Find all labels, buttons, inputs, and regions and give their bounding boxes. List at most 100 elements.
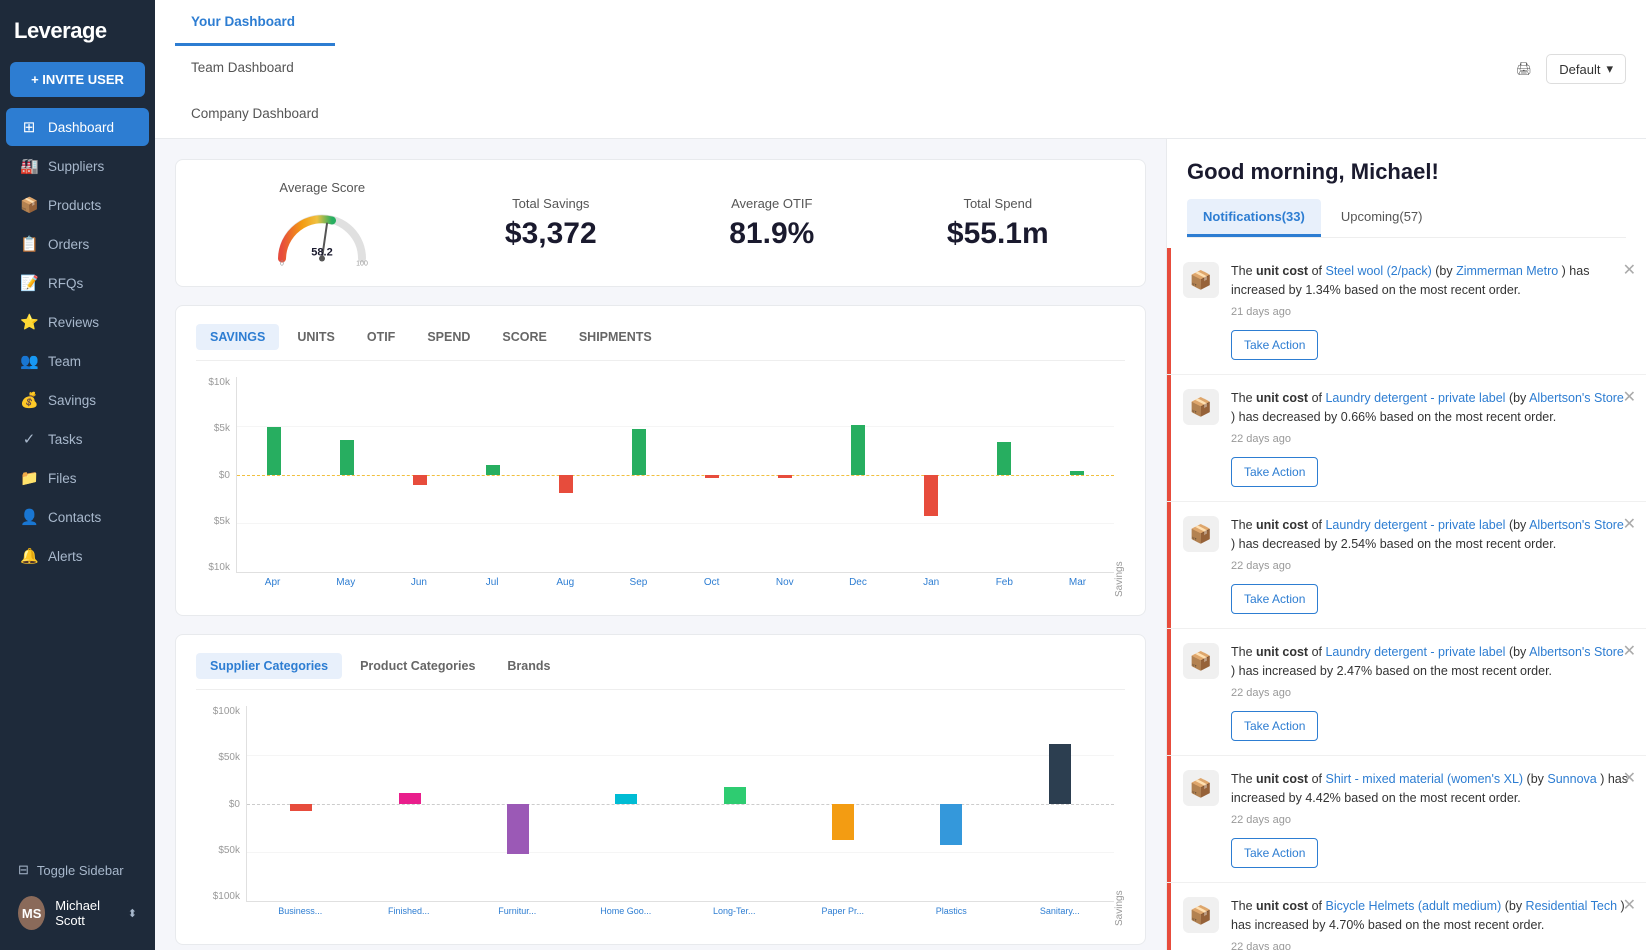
cat-tab-brands[interactable]: Brands bbox=[493, 653, 564, 679]
sidebar-item-rfqs[interactable]: 📝RFQs bbox=[6, 264, 149, 302]
chart-bar[interactable] bbox=[559, 475, 573, 493]
team-icon: 👥 bbox=[20, 352, 38, 370]
product-link[interactable]: Bicycle Helmets (adult medium) bbox=[1325, 899, 1501, 913]
product-link[interactable]: Laundry detergent - private label bbox=[1325, 518, 1505, 532]
chart-bar[interactable] bbox=[413, 475, 427, 486]
chart-bar[interactable] bbox=[1070, 471, 1084, 475]
rfqs-icon: 📝 bbox=[20, 274, 38, 292]
close-notification-button[interactable]: ✕ bbox=[1623, 260, 1636, 280]
notif-body: The unit cost of Laundry detergent - pri… bbox=[1231, 389, 1630, 487]
user-name: Michael Scott bbox=[55, 898, 118, 928]
chart-bar[interactable] bbox=[340, 440, 354, 475]
sidebar-item-orders[interactable]: 📋Orders bbox=[6, 225, 149, 263]
bar-group bbox=[789, 706, 897, 901]
notif-tab-upcoming[interactable]: Upcoming(57) bbox=[1325, 199, 1439, 237]
savings-tab-score[interactable]: SCORE bbox=[488, 324, 560, 350]
savings-tab-units[interactable]: UNITS bbox=[283, 324, 349, 350]
chart-bar[interactable] bbox=[399, 793, 421, 804]
close-notification-button[interactable]: ✕ bbox=[1623, 514, 1636, 534]
chart-bar[interactable] bbox=[997, 442, 1011, 474]
sidebar-nav: ⊞Dashboard🏭Suppliers📦Products📋Orders📝RFQ… bbox=[0, 107, 155, 576]
chart-bar[interactable] bbox=[615, 794, 637, 803]
chart-bar[interactable] bbox=[851, 425, 865, 474]
user-profile[interactable]: MS Michael Scott ⬍ bbox=[10, 886, 145, 940]
tab-team-dashboard[interactable]: Team Dashboard bbox=[175, 46, 335, 92]
chart-bar[interactable] bbox=[940, 804, 962, 845]
close-notification-button[interactable]: ✕ bbox=[1623, 387, 1636, 407]
product-link[interactable]: Laundry detergent - private label bbox=[1325, 391, 1505, 405]
savings-tab-otif[interactable]: OTIF bbox=[353, 324, 409, 350]
sidebar-item-savings[interactable]: 💰Savings bbox=[6, 381, 149, 419]
notifications-panel: Good morning, Michael! Notifications(33)… bbox=[1166, 139, 1646, 950]
score-gauge: 58.2 0 100 bbox=[272, 201, 372, 266]
take-action-button[interactable]: Take Action bbox=[1231, 584, 1318, 614]
categories-chart-area: $100k $50k $0 $50k $100k Business...Fini… bbox=[196, 706, 1125, 926]
cat-tab-supplier[interactable]: Supplier Categories bbox=[196, 653, 342, 679]
supplier-link[interactable]: Zimmerman Metro bbox=[1456, 264, 1558, 278]
close-notification-button[interactable]: ✕ bbox=[1623, 895, 1636, 915]
notif-time: 22 days ago bbox=[1231, 685, 1630, 702]
notif-icon: 📦 bbox=[1183, 389, 1219, 425]
chart-bar[interactable] bbox=[924, 475, 938, 516]
notif-text: The unit cost of Steel wool (2/pack) (by… bbox=[1231, 264, 1589, 297]
chart-bar[interactable] bbox=[778, 475, 792, 479]
supplier-link[interactable]: Sunnova bbox=[1547, 772, 1596, 786]
supplier-link[interactable]: Albertson's Store bbox=[1529, 518, 1624, 532]
tab-your-dashboard[interactable]: Your Dashboard bbox=[175, 0, 335, 46]
product-link[interactable]: Shirt - mixed material (women's XL) bbox=[1325, 772, 1523, 786]
notif-body: The unit cost of Steel wool (2/pack) (by… bbox=[1231, 262, 1630, 360]
product-link[interactable]: Laundry detergent - private label bbox=[1325, 645, 1505, 659]
toggle-sidebar-button[interactable]: ⊟ Toggle Sidebar bbox=[10, 854, 145, 886]
chart-bar[interactable] bbox=[507, 804, 529, 854]
close-notification-button[interactable]: ✕ bbox=[1623, 768, 1636, 788]
savings-tab-shipments[interactable]: SHIPMENTS bbox=[565, 324, 666, 350]
sidebar-item-label: Dashboard bbox=[48, 120, 114, 135]
chart-bar[interactable] bbox=[290, 804, 312, 811]
savings-tab-spend[interactable]: SPEND bbox=[413, 324, 484, 350]
tab-company-dashboard[interactable]: Company Dashboard bbox=[175, 92, 335, 138]
sidebar-item-label: Reviews bbox=[48, 315, 99, 330]
chart-bar[interactable] bbox=[486, 465, 500, 474]
sidebar-item-contacts[interactable]: 👤Contacts bbox=[6, 498, 149, 536]
supplier-link[interactable]: Residential Tech bbox=[1526, 899, 1618, 913]
default-dropdown[interactable]: Default ▾ bbox=[1546, 54, 1626, 84]
product-link[interactable]: Steel wool (2/pack) bbox=[1325, 264, 1431, 278]
savings-tab-savings[interactable]: SAVINGS bbox=[196, 324, 279, 350]
sidebar-item-dashboard[interactable]: ⊞Dashboard bbox=[6, 108, 149, 146]
sidebar-item-alerts[interactable]: 🔔Alerts bbox=[6, 537, 149, 575]
chart-bar[interactable] bbox=[724, 787, 746, 803]
total-savings-stat: Total Savings $3,372 bbox=[505, 196, 597, 251]
sidebar-item-reviews[interactable]: ⭐Reviews bbox=[6, 303, 149, 341]
close-notification-button[interactable]: ✕ bbox=[1623, 641, 1636, 661]
chart-bar[interactable] bbox=[705, 475, 719, 479]
greeting: Good morning, Michael! bbox=[1187, 159, 1626, 185]
take-action-button[interactable]: Take Action bbox=[1231, 838, 1318, 868]
chart-bar[interactable] bbox=[267, 427, 281, 475]
notif-time: 22 days ago bbox=[1231, 939, 1630, 950]
notif-time: 22 days ago bbox=[1231, 812, 1630, 829]
chart-bar[interactable] bbox=[832, 804, 854, 841]
cat-tab-product[interactable]: Product Categories bbox=[346, 653, 489, 679]
take-action-button[interactable]: Take Action bbox=[1231, 711, 1318, 741]
sidebar-item-products[interactable]: 📦Products bbox=[6, 186, 149, 224]
sidebar-item-label: Orders bbox=[48, 237, 89, 252]
sidebar-item-team[interactable]: 👥Team bbox=[6, 342, 149, 380]
invite-user-button[interactable]: + INVITE USER bbox=[10, 62, 145, 97]
chart-bar[interactable] bbox=[1049, 744, 1071, 804]
bar-group bbox=[895, 377, 968, 572]
supplier-link[interactable]: Albertson's Store bbox=[1529, 391, 1624, 405]
notif-tab-notifications[interactable]: Notifications(33) bbox=[1187, 199, 1321, 237]
supplier-link[interactable]: Albertson's Store bbox=[1529, 645, 1624, 659]
sidebar-item-files[interactable]: 📁Files bbox=[6, 459, 149, 497]
notification-item: 📦 The unit cost of Steel wool (2/pack) (… bbox=[1167, 248, 1646, 375]
bar-group bbox=[383, 377, 456, 572]
take-action-button[interactable]: Take Action bbox=[1231, 457, 1318, 487]
sidebar-item-suppliers[interactable]: 🏭Suppliers bbox=[6, 147, 149, 185]
savings-chart-area: $10k $5k $0 $5k $10k bbox=[196, 377, 1125, 597]
print-button[interactable]: 🖨 bbox=[1506, 55, 1543, 83]
sidebar-item-tasks[interactable]: ✓Tasks bbox=[6, 420, 149, 458]
notif-icon: 📦 bbox=[1183, 770, 1219, 806]
take-action-button[interactable]: Take Action bbox=[1231, 330, 1318, 360]
notification-item: 📦 The unit cost of Bicycle Helmets (adul… bbox=[1167, 883, 1646, 950]
chart-bar[interactable] bbox=[632, 429, 646, 475]
